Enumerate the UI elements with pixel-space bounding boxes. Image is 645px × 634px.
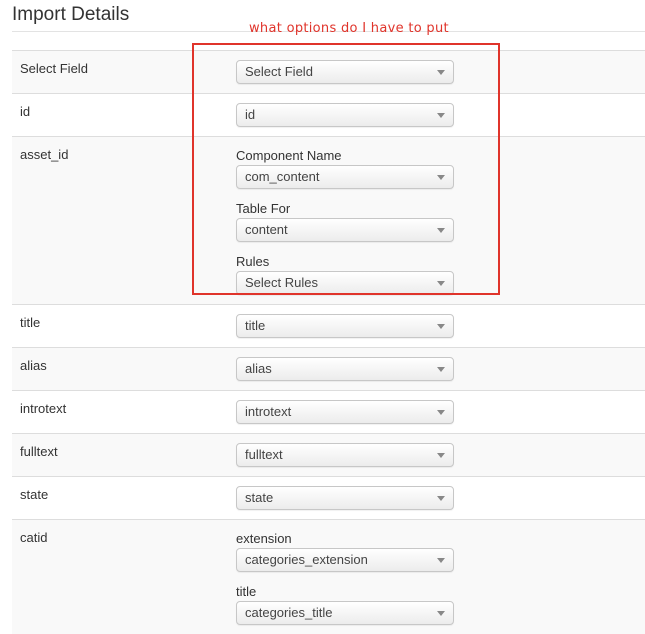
import-fields-table: Select Field Select Field id id asset_id… — [12, 50, 645, 634]
table-row: asset_id Component Name com_content Tabl… — [12, 137, 645, 305]
field-control: title — [228, 305, 645, 348]
field-label: alias — [12, 348, 228, 391]
category-title-label: title — [236, 584, 645, 599]
field-label: id — [12, 94, 228, 137]
title-dropdown[interactable]: title — [236, 314, 454, 338]
extension-dropdown[interactable]: categories_extension — [236, 548, 454, 572]
table-row: introtext introtext — [12, 391, 645, 434]
select-value: introtext — [245, 404, 291, 419]
alias-dropdown[interactable]: alias — [236, 357, 454, 381]
select-value: alias — [245, 361, 272, 376]
field-control: id — [228, 94, 645, 137]
select-value: fulltext — [245, 447, 283, 462]
rules-dropdown[interactable]: Select Rules — [236, 271, 454, 295]
select-value: state — [245, 490, 273, 505]
chevron-down-icon — [437, 228, 445, 233]
chevron-down-icon — [437, 281, 445, 286]
table-row: id id — [12, 94, 645, 137]
select-value: title — [245, 318, 265, 333]
field-label: asset_id — [12, 137, 228, 305]
table-row: title title — [12, 305, 645, 348]
table-row: catid extension categories_extension tit… — [12, 520, 645, 634]
field-control: Component Name com_content Table For con… — [228, 137, 645, 305]
chevron-down-icon — [437, 611, 445, 616]
component-name-label: Component Name — [236, 148, 645, 163]
state-dropdown[interactable]: state — [236, 486, 454, 510]
field-label: title — [12, 305, 228, 348]
field-control: fulltext — [228, 434, 645, 477]
field-control: Select Field — [228, 51, 645, 94]
introtext-dropdown[interactable]: introtext — [236, 400, 454, 424]
page-title: Import Details — [12, 3, 129, 27]
select-field-dropdown[interactable]: Select Field — [236, 60, 454, 84]
chevron-down-icon — [437, 453, 445, 458]
select-value: Select Rules — [245, 275, 318, 290]
table-for-dropdown[interactable]: content — [236, 218, 454, 242]
table-for-label: Table For — [236, 201, 645, 216]
chevron-down-icon — [437, 70, 445, 75]
annotation-note: what options do I have to put — [249, 21, 449, 36]
field-label: fulltext — [12, 434, 228, 477]
select-value: categories_extension — [245, 552, 368, 567]
select-value: content — [245, 222, 288, 237]
id-dropdown[interactable]: id — [236, 103, 454, 127]
field-control: state — [228, 477, 645, 520]
chevron-down-icon — [437, 367, 445, 372]
field-control: extension categories_extension title cat… — [228, 520, 645, 634]
category-title-dropdown[interactable]: categories_title — [236, 601, 454, 625]
chevron-down-icon — [437, 113, 445, 118]
chevron-down-icon — [437, 496, 445, 501]
field-label: catid — [12, 520, 228, 634]
component-name-dropdown[interactable]: com_content — [236, 165, 454, 189]
table-row: fulltext fulltext — [12, 434, 645, 477]
field-label: Select Field — [12, 51, 228, 94]
chevron-down-icon — [437, 558, 445, 563]
select-value: id — [245, 107, 255, 122]
rules-label: Rules — [236, 254, 645, 269]
select-value: categories_title — [245, 605, 332, 620]
fulltext-dropdown[interactable]: fulltext — [236, 443, 454, 467]
field-control: introtext — [228, 391, 645, 434]
select-value: com_content — [245, 169, 319, 184]
field-label: state — [12, 477, 228, 520]
table-row: state state — [12, 477, 645, 520]
chevron-down-icon — [437, 175, 445, 180]
chevron-down-icon — [437, 324, 445, 329]
field-label: introtext — [12, 391, 228, 434]
select-value: Select Field — [245, 64, 313, 79]
chevron-down-icon — [437, 410, 445, 415]
extension-label: extension — [236, 531, 645, 546]
field-control: alias — [228, 348, 645, 391]
table-row: alias alias — [12, 348, 645, 391]
table-row: Select Field Select Field — [12, 51, 645, 94]
